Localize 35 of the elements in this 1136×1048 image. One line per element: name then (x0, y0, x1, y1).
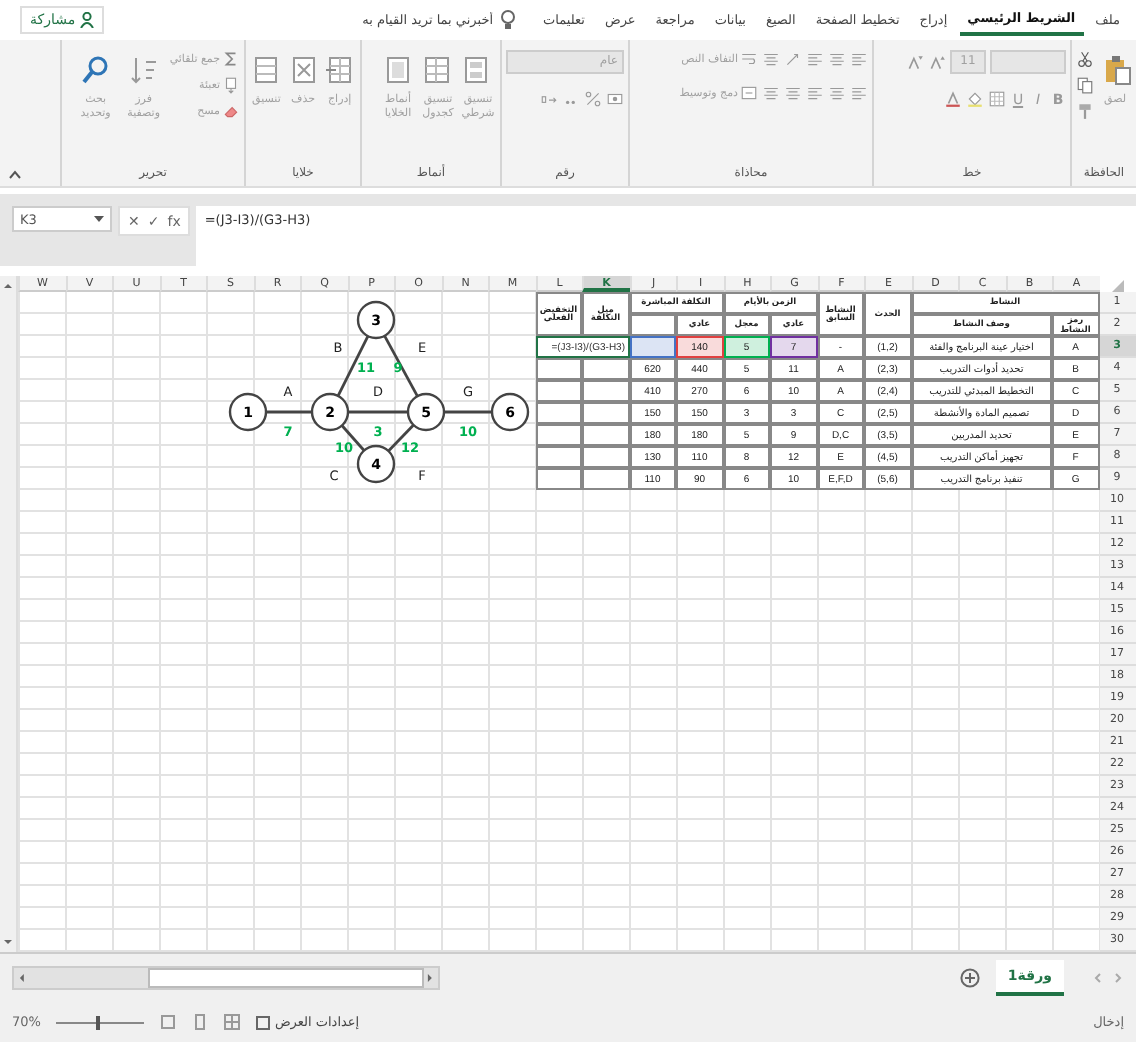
sigma-icon (222, 50, 240, 68)
display-settings-icon (256, 1015, 271, 1029)
table-cell (535, 468, 582, 490)
table-cell (535, 358, 582, 380)
table-cell (535, 380, 582, 402)
scroll-left-icon[interactable] (16, 972, 28, 984)
network-edge (444, 410, 492, 414)
person-icon (79, 12, 94, 28)
network-edge (348, 410, 408, 414)
page-layout-view-icon[interactable] (192, 1014, 209, 1030)
dropdown-icon (94, 216, 104, 222)
horizontal-scrollbar[interactable] (12, 966, 440, 990)
merge-icon (740, 84, 758, 102)
table-cell (535, 424, 582, 446)
normal-view-icon[interactable] (224, 1014, 241, 1030)
network-edge (387, 424, 415, 452)
sheet-nav-icon[interactable] (1092, 972, 1124, 984)
network-edge (340, 424, 366, 452)
fill-down-icon (222, 76, 240, 94)
scroll-up-icon[interactable] (2, 280, 14, 292)
lightbulb-icon (499, 10, 516, 30)
table-header (629, 314, 676, 336)
new-sheet-icon[interactable] (959, 968, 980, 988)
zoom-slider-thumb[interactable] (96, 1015, 101, 1029)
vertical-scrollbar[interactable] (0, 276, 18, 952)
eraser-icon (222, 102, 240, 120)
scroll-thumb[interactable] (147, 968, 425, 988)
table-cell (535, 446, 582, 468)
page-break-view-icon[interactable] (160, 1014, 177, 1030)
network-edge (266, 410, 312, 414)
table-cell (535, 402, 582, 424)
wrap-text-icon (740, 50, 758, 68)
scroll-down-icon[interactable] (2, 936, 14, 948)
network-edge (383, 335, 419, 397)
scroll-right-icon[interactable] (424, 972, 436, 984)
